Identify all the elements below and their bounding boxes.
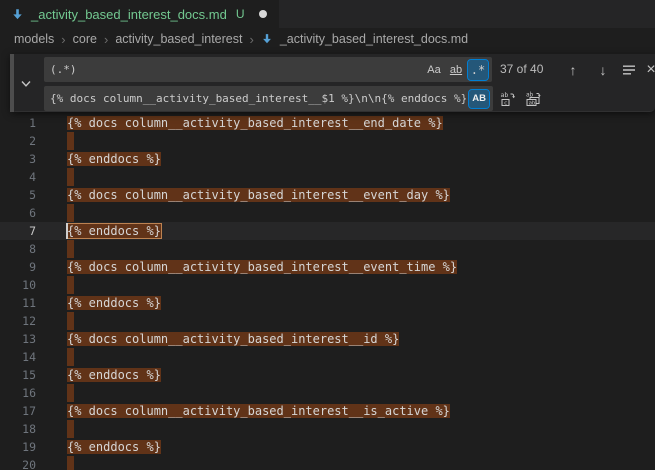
svg-text:ab: ab xyxy=(501,91,509,99)
code-line[interactable]: 15 {% enddocs %} xyxy=(0,366,655,384)
line-text: {% docs column__activity_based_interest_… xyxy=(67,330,399,348)
code-line[interactable]: 2 xyxy=(0,132,655,150)
line-number: 2 xyxy=(0,132,36,150)
line-text xyxy=(67,276,74,294)
editor-content: 1 {% docs column__activity_based_interes… xyxy=(0,50,655,470)
line-number: 5 xyxy=(0,186,36,204)
chevron-right-icon: › xyxy=(104,32,108,47)
replace-input[interactable]: {% docs column__activity_based_interest_… xyxy=(44,86,493,111)
line-text: {% enddocs %} xyxy=(67,222,161,240)
whole-word-button[interactable]: ab xyxy=(446,60,466,80)
git-status-badge: U xyxy=(236,7,245,21)
code-line[interactable]: 19 {% enddocs %} xyxy=(0,438,655,456)
code-line[interactable]: 3 {% enddocs %} xyxy=(0,150,655,168)
line-number: 20 xyxy=(0,456,36,470)
chevron-right-icon: › xyxy=(61,32,65,47)
line-text xyxy=(67,132,74,150)
line-text xyxy=(67,204,74,222)
line-number: 19 xyxy=(0,438,36,456)
line-text: {% docs column__activity_based_interest_… xyxy=(67,186,450,204)
close-find-widget-button[interactable]: × xyxy=(640,57,655,82)
chevron-right-icon: › xyxy=(249,32,253,47)
line-number: 10 xyxy=(0,276,36,294)
line-number: 14 xyxy=(0,348,36,366)
vscode-window: _activity_based_interest_docs.md U model… xyxy=(0,0,655,470)
line-text xyxy=(67,168,74,186)
find-replace-widget: (.*) Aa ab .* 37 of 40 ↑ ↓ × {% docs col… xyxy=(10,54,655,112)
code-line[interactable]: 7 {% enddocs %} xyxy=(0,222,655,240)
line-number: 3 xyxy=(0,150,36,168)
unsaved-dot-icon[interactable] xyxy=(259,10,267,18)
breadcrumb: models › core › activity_based_interest … xyxy=(0,28,655,50)
line-text: {% enddocs %} xyxy=(67,294,161,312)
line-text: {% enddocs %} xyxy=(67,366,161,384)
code-line[interactable]: 14 xyxy=(0,348,655,366)
line-text: {% enddocs %} xyxy=(67,438,161,456)
next-match-button[interactable]: ↓ xyxy=(592,57,614,82)
line-text xyxy=(67,348,74,366)
code-line[interactable]: 12 xyxy=(0,312,655,330)
find-in-selection-button[interactable] xyxy=(618,57,640,82)
line-text xyxy=(67,312,74,330)
find-input-value: (.*) xyxy=(50,63,422,76)
text-cursor xyxy=(66,223,68,239)
line-text xyxy=(67,420,74,438)
line-number: 18 xyxy=(0,420,36,438)
code-line[interactable]: 4 xyxy=(0,168,655,186)
code-line[interactable]: 10 xyxy=(0,276,655,294)
preserve-case-button[interactable]: AB xyxy=(469,90,489,108)
code-line[interactable]: 13 {% docs column__activity_based_intere… xyxy=(0,330,655,348)
previous-match-button[interactable]: ↑ xyxy=(562,57,584,82)
line-text xyxy=(67,384,74,402)
line-text: {% docs column__activity_based_interest_… xyxy=(67,258,457,276)
line-text xyxy=(67,240,74,258)
regex-button[interactable]: .* xyxy=(468,60,488,80)
line-number: 16 xyxy=(0,384,36,402)
replace-button[interactable]: ab c xyxy=(496,86,520,111)
markdown-file-icon xyxy=(261,33,273,45)
tab-filename: _activity_based_interest_docs.md xyxy=(31,7,227,22)
line-text: {% enddocs %} xyxy=(67,150,161,168)
line-number: 1 xyxy=(0,114,36,132)
line-text xyxy=(67,456,74,470)
line-number: 9 xyxy=(0,258,36,276)
code-line[interactable]: 6 xyxy=(0,204,655,222)
svg-text:ab: ab xyxy=(529,100,536,106)
code-line[interactable]: 18 xyxy=(0,420,655,438)
line-number: 13 xyxy=(0,330,36,348)
line-number: 4 xyxy=(0,168,36,186)
line-number: 7 xyxy=(0,222,36,240)
code-line[interactable]: 5 {% docs column__activity_based_interes… xyxy=(0,186,655,204)
code-line[interactable]: 17 {% docs column__activity_based_intere… xyxy=(0,402,655,420)
code-line[interactable]: 9 {% docs column__activity_based_interes… xyxy=(0,258,655,276)
line-number: 17 xyxy=(0,402,36,420)
replace-all-button[interactable]: ab ab xyxy=(522,86,546,111)
toggle-replace-chevron-icon[interactable] xyxy=(18,76,34,92)
match-case-button[interactable]: Aa xyxy=(424,60,444,80)
code-line[interactable]: 11 {% enddocs %} xyxy=(0,294,655,312)
line-text: {% docs column__activity_based_interest_… xyxy=(67,114,443,132)
breadcrumb-item-models[interactable]: models xyxy=(14,32,54,46)
line-number: 15 xyxy=(0,366,36,384)
code-line[interactable]: 20 xyxy=(0,456,655,470)
breadcrumb-item-core[interactable]: core xyxy=(73,32,97,46)
line-number: 12 xyxy=(0,312,36,330)
breadcrumb-item-file[interactable]: _activity_based_interest_docs.md xyxy=(280,32,468,46)
find-results-count: 37 of 40 xyxy=(500,57,543,82)
code-line[interactable]: 8 xyxy=(0,240,655,258)
breadcrumb-item-activity-based-interest[interactable]: activity_based_interest xyxy=(115,32,242,46)
find-widget-resize-sash[interactable] xyxy=(10,54,14,112)
tab-activity-based-interest-docs[interactable]: _activity_based_interest_docs.md U xyxy=(0,0,279,28)
line-number: 6 xyxy=(0,204,36,222)
tab-bar: _activity_based_interest_docs.md U xyxy=(0,0,655,28)
line-text: {% docs column__activity_based_interest_… xyxy=(67,402,450,420)
markdown-file-icon xyxy=(11,8,24,21)
code-line[interactable]: 16 xyxy=(0,384,655,402)
replace-input-value: {% docs column__activity_based_interest_… xyxy=(50,92,466,105)
code-line[interactable]: 1 {% docs column__activity_based_interes… xyxy=(0,114,655,132)
line-number: 8 xyxy=(0,240,36,258)
svg-text:c: c xyxy=(504,100,507,106)
find-input[interactable]: (.*) Aa ab .* xyxy=(44,57,492,82)
line-number: 11 xyxy=(0,294,36,312)
